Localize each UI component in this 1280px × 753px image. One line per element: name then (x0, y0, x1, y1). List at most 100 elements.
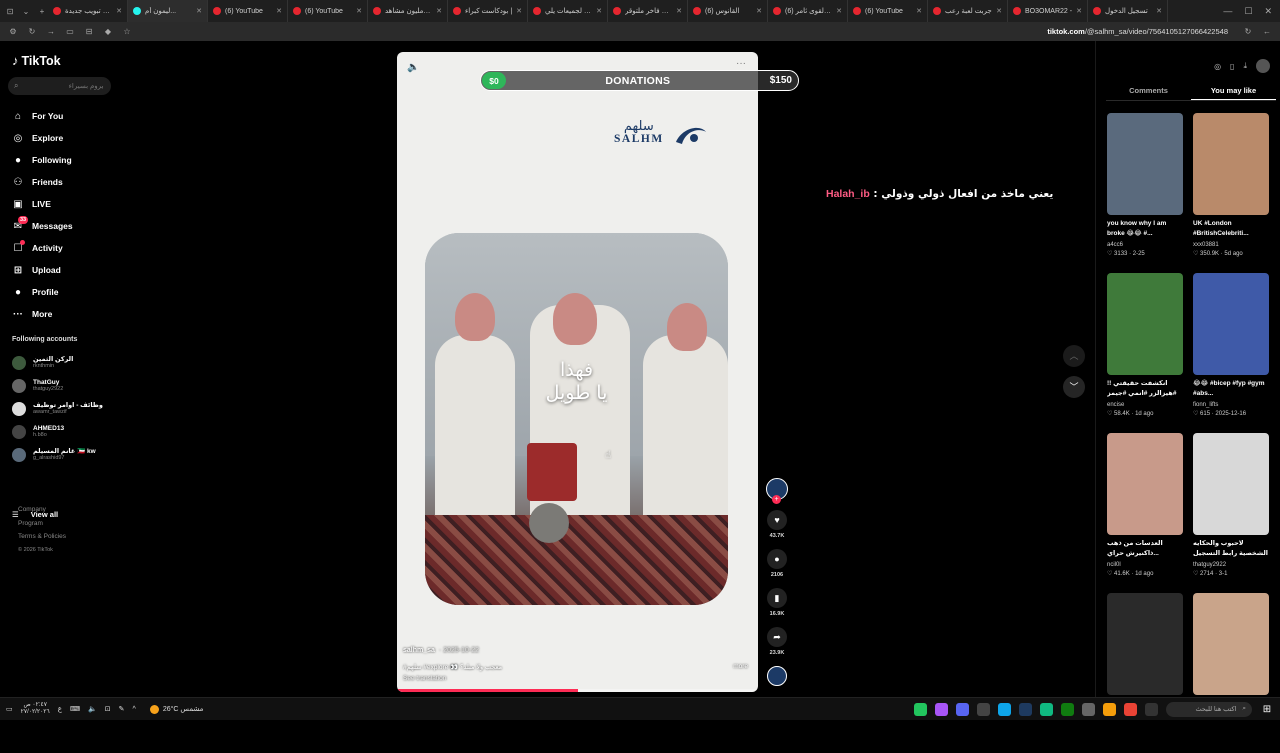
video-thumbnail[interactable] (1193, 273, 1269, 375)
recommended-video-card[interactable]: 😂😂 #bicep #fyp #gym #abs... fionn_lifts ♡ … (1193, 273, 1269, 433)
minimize-icon[interactable]: — (1223, 6, 1232, 17)
sound-disc-icon[interactable] (767, 666, 787, 686)
chevron-up-tray-icon[interactable]: ^ (133, 706, 136, 713)
sidebar-item-messages[interactable]: ✉ 33 Messages (12, 215, 73, 237)
notification-icon[interactable]: ▭ (6, 705, 13, 713)
recommended-video-card[interactable] (1193, 593, 1269, 753)
author-name[interactable]: salhm_sa (403, 647, 435, 654)
xbox-icon[interactable] (1061, 702, 1074, 716)
video-thumbnail[interactable] (1107, 433, 1183, 535)
steam-icon[interactable] (1019, 702, 1032, 716)
comment-button[interactable]: ● (767, 549, 787, 569)
favorite-star-icon[interactable]: ☆ (122, 27, 132, 36)
browser-tab[interactable]: بث 4 مليون مشاهد ✕ (368, 0, 448, 22)
following-account[interactable]: غانم المسيلم 🇰🇼 kw g_alrashid97 (12, 443, 117, 466)
app-icon-5[interactable] (998, 702, 1011, 716)
search-input[interactable] (23, 82, 104, 90)
tab-search-icon[interactable]: ⌄ (20, 7, 32, 16)
browser-tab[interactable]: BO3OMAR22 - ✕ (1008, 0, 1088, 22)
browser-tab[interactable]: كتاب لجميعات يلي✕ (528, 0, 608, 22)
card-author[interactable]: fionn_lifts (1193, 402, 1269, 408)
sidebar-item-following[interactable]: ● Following (12, 149, 73, 171)
browser-tab[interactable]: حجاب فاخر ملتوقر ✕ (608, 0, 688, 22)
language-icon[interactable]: ع (58, 705, 62, 713)
volume-icon[interactable]: 🔈 (407, 62, 419, 73)
next-video-button[interactable]: ﹀ (1063, 376, 1085, 398)
app-icon-2[interactable] (935, 702, 948, 716)
following-account[interactable]: الركن الثمين rknthmin (12, 351, 117, 374)
recommended-video-card[interactable]: العدسات من ذهب ذاكنيرش حراي... ncil0l ♡ 41… (1107, 433, 1183, 593)
new-tab-button[interactable]: + (36, 7, 48, 16)
following-account[interactable]: ThatGuy thatguy2922 (12, 374, 117, 397)
tab-close-icon[interactable]: ✕ (836, 7, 842, 15)
share-button[interactable]: ➦ (767, 627, 787, 647)
comment-user[interactable]: Halah_ib (826, 188, 870, 200)
tab-close-icon[interactable]: ✕ (356, 7, 362, 15)
sidebar-item-upload[interactable]: ⊞ Upload (12, 259, 73, 281)
device-icon[interactable]: ▯ (1230, 62, 1234, 71)
sidebar-item-activity[interactable]: ☐ Activity (12, 237, 73, 259)
tab-close-icon[interactable]: ✕ (756, 7, 762, 15)
discord-icon[interactable] (956, 702, 969, 716)
recommended-video-card[interactable] (1107, 593, 1183, 753)
taskbar-search[interactable]: اكتب هنا للبحث ⌕ (1166, 701, 1252, 717)
browser-tab[interactable]: (6) YouTube ✕ (288, 0, 368, 22)
tab-close-icon[interactable]: ✕ (196, 7, 202, 15)
card-author[interactable]: xxx03881 (1193, 242, 1269, 248)
video-thumbnail[interactable] (1193, 113, 1269, 215)
task-view-icon[interactable] (1145, 702, 1158, 716)
tab-close-icon[interactable]: ✕ (1076, 7, 1082, 15)
app-icon-1[interactable] (914, 702, 927, 716)
weather-widget[interactable]: 26°C مشمس (149, 704, 203, 714)
browser-tab[interactable]: (6) القانوس ✕ (688, 0, 768, 22)
browser-menu-icon[interactable]: ⊡ (4, 7, 16, 16)
maximize-icon[interactable]: ☐ (1244, 6, 1252, 17)
recommended-video-card[interactable]: لاحبوب والحكايه الشخصية رابط التسجيل بال… (1193, 433, 1269, 593)
tab-close-icon[interactable]: ✕ (276, 7, 282, 15)
video-player[interactable]: 🔈 ··· سلهم SALHM فهذا يا طويل ☝ salhm_sa… (397, 52, 758, 692)
sidebar-item-more[interactable]: ··· More (12, 303, 73, 325)
following-account[interactable]: وظائف - اوامر توظيف awamr_tawzif (12, 397, 117, 420)
see-translation-link[interactable]: See translation (403, 675, 748, 682)
forward-icon[interactable]: → (46, 27, 56, 36)
more-link[interactable]: more (733, 663, 748, 671)
video-thumbnail[interactable] (1107, 273, 1183, 375)
tiktok-logo[interactable]: ♪ TikTok (12, 53, 61, 68)
tab-close-icon[interactable]: ✕ (676, 7, 682, 15)
footer-program[interactable]: Program (18, 517, 66, 531)
sidebar-toggle-icon[interactable]: ▭ (65, 27, 75, 36)
recommended-video-card[interactable]: you know why I am broke 😂😂 #... a4cc6 ♡ 31… (1107, 113, 1183, 273)
collections-icon[interactable]: ⊟ (84, 27, 94, 36)
previous-video-button[interactable]: ︿ (1063, 345, 1085, 367)
card-author[interactable]: a4cc6 (1107, 242, 1183, 248)
tab-close-icon[interactable]: ✕ (436, 7, 442, 15)
card-author[interactable]: encise (1107, 402, 1183, 408)
browser-tab[interactable]: (6) YouTube ✕ (208, 0, 288, 22)
network-icon[interactable]: ⊡ (105, 705, 111, 713)
sidebar-item-friends[interactable]: ⚇ Friends (12, 171, 73, 193)
close-window-icon[interactable]: ✕ (1264, 6, 1272, 17)
tab-close-icon[interactable]: ✕ (996, 7, 1002, 15)
app-icon-9[interactable] (1082, 702, 1095, 716)
card-author[interactable]: ncil0l (1107, 562, 1183, 568)
tab-close-icon[interactable]: ✕ (116, 7, 122, 15)
browser-tab[interactable]: تسجيل الدخول ✕ (1088, 0, 1168, 22)
sidebar-item-explore[interactable]: ◎ Explore (12, 127, 73, 149)
user-avatar[interactable] (1256, 59, 1270, 73)
tab-close-icon[interactable]: ✕ (1156, 7, 1162, 15)
footer-terms[interactable]: Terms & Policies (18, 530, 66, 544)
video-progress-bar[interactable] (397, 689, 758, 692)
search-box[interactable]: ⌕ (8, 77, 111, 95)
video-thumbnail[interactable] (1107, 593, 1183, 695)
start-menu-icon[interactable]: ⊞ (1260, 704, 1274, 715)
speaker-icon[interactable]: 🔈 (88, 705, 97, 713)
video-thumbnail[interactable] (1193, 433, 1269, 535)
shield-icon[interactable]: ◆ (103, 27, 113, 36)
tab-close-icon[interactable]: ✕ (516, 7, 522, 15)
footer-company[interactable]: Company (18, 503, 66, 517)
pen-icon[interactable]: ✎ (119, 705, 125, 713)
tab-close-icon[interactable]: ✕ (596, 7, 602, 15)
refresh-icon[interactable]: ↻ (27, 27, 37, 36)
browser-tab[interactable]: ليمون أم... ✕ (128, 0, 208, 22)
app-icon-7[interactable] (1040, 702, 1053, 716)
